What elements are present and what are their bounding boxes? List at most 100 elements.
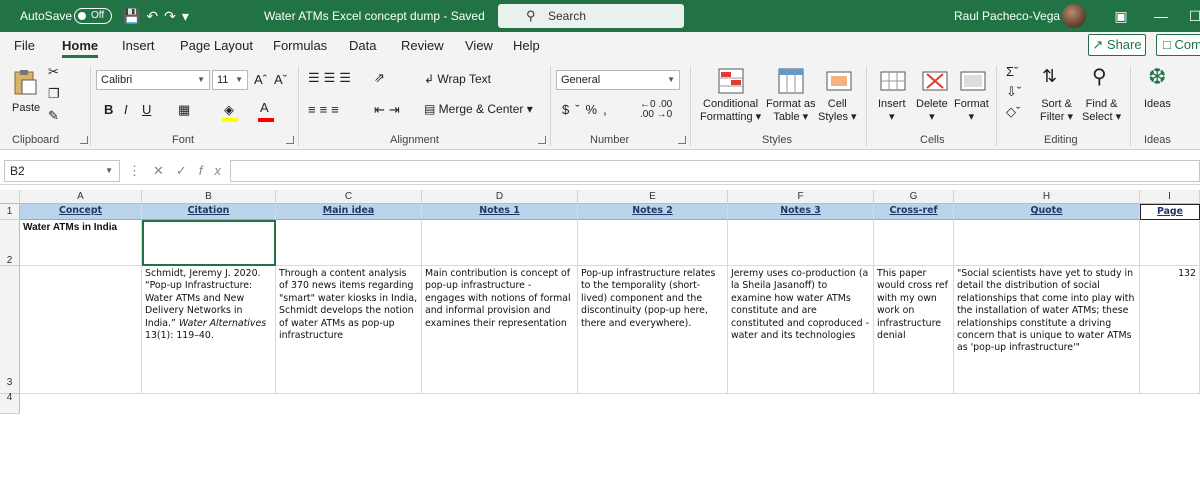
cut-icon[interactable]: ✂ bbox=[48, 64, 59, 80]
underline-button[interactable]: U bbox=[142, 102, 151, 117]
cell-c2[interactable] bbox=[276, 220, 422, 266]
conditional-formatting-button[interactable]: Conditional Formatting ▾ bbox=[700, 98, 761, 124]
cell-i2[interactable] bbox=[1140, 220, 1200, 266]
cancel-icon[interactable]: ✕ bbox=[153, 163, 176, 178]
conditional-formatting-icon[interactable] bbox=[718, 68, 744, 94]
format-as-table-icon[interactable] bbox=[778, 68, 804, 94]
column-header-b[interactable]: B bbox=[142, 190, 276, 204]
row-header-4[interactable]: 4 bbox=[0, 393, 20, 414]
cell-f3[interactable]: Jeremy uses co-production (a la Sheila J… bbox=[728, 266, 874, 394]
formula-input[interactable] bbox=[230, 160, 1200, 182]
document-title[interactable]: Water ATMs Excel concept dump - Saved bbox=[264, 0, 485, 32]
autosave-toggle[interactable]: Off bbox=[74, 8, 112, 24]
tab-file[interactable]: File bbox=[14, 38, 35, 58]
comments-button[interactable]: □ Com bbox=[1156, 34, 1200, 56]
vertical-align-icons[interactable]: ☰☰☰ bbox=[308, 70, 355, 86]
clipboard-launcher[interactable] bbox=[80, 136, 88, 144]
column-header-g[interactable]: G bbox=[874, 190, 954, 204]
number-launcher[interactable] bbox=[678, 136, 686, 144]
row-header-2[interactable]: 2 bbox=[0, 220, 20, 266]
cell-styles-button[interactable]: Cell Styles ▾ bbox=[818, 98, 857, 124]
find-select-button[interactable]: Find & Select ▾ bbox=[1082, 98, 1121, 124]
cell-g3[interactable]: This paper would cross ref with my own w… bbox=[874, 266, 954, 394]
header-cell-main-idea[interactable]: Main idea bbox=[276, 204, 422, 220]
sort-filter-icon[interactable]: ⇅ bbox=[1042, 66, 1057, 87]
search-box[interactable]: ⚲ Search bbox=[498, 4, 684, 28]
cell-a2[interactable]: Water ATMs in India bbox=[20, 220, 142, 266]
tab-insert[interactable]: Insert bbox=[122, 38, 155, 58]
tab-home[interactable]: Home bbox=[62, 38, 99, 58]
header-cell-concept[interactable]: Concept bbox=[20, 204, 142, 220]
font-launcher[interactable] bbox=[286, 136, 294, 144]
header-cell-notes-2[interactable]: Notes 2 bbox=[578, 204, 728, 220]
maximize-icon[interactable]: ☐ bbox=[1180, 0, 1200, 32]
minimize-icon[interactable]: — bbox=[1146, 0, 1176, 32]
format-button[interactable]: Format ▾ bbox=[954, 98, 989, 124]
user-name[interactable]: Raul Pacheco-Vega bbox=[954, 0, 1060, 32]
sort-filter-button[interactable]: Sort & Filter ▾ bbox=[1040, 98, 1073, 124]
header-cell-quote[interactable]: Quote bbox=[954, 204, 1140, 220]
italic-button[interactable]: I bbox=[124, 102, 128, 117]
column-header-f[interactable]: F bbox=[728, 190, 874, 204]
format-cells-icon[interactable] bbox=[960, 68, 986, 94]
header-cell-page[interactable]: Page bbox=[1140, 204, 1200, 220]
column-header-c[interactable]: C bbox=[276, 190, 422, 204]
cell-b3[interactable]: Schmidt, Jeremy J. 2020. “Pop-up Infrast… bbox=[142, 266, 276, 394]
font-color-icon[interactable]: A bbox=[260, 100, 269, 115]
column-header-a[interactable]: A bbox=[20, 190, 142, 204]
avatar[interactable] bbox=[1062, 4, 1086, 28]
cell-h2[interactable] bbox=[954, 220, 1140, 266]
cell-h3[interactable]: "Social scientists have yet to study in … bbox=[954, 266, 1140, 394]
quick-access-toolbar[interactable]: 💾↶↷▾ bbox=[123, 0, 195, 32]
decrease-font-icon[interactable]: Aˇ bbox=[274, 72, 287, 87]
select-all-corner[interactable] bbox=[0, 190, 20, 204]
ribbon-display-icon[interactable]: ▣ bbox=[1106, 0, 1136, 32]
clear-icon[interactable]: ◇ˇ bbox=[1006, 104, 1020, 120]
currency-percent-comma-icons[interactable]: $ˇ%, bbox=[562, 102, 613, 117]
indent-icons[interactable]: ⇤⇥ bbox=[374, 102, 404, 118]
cell-g2[interactable] bbox=[874, 220, 954, 266]
row-header-1[interactable]: 1 bbox=[0, 204, 20, 220]
alignment-launcher[interactable] bbox=[538, 136, 546, 144]
fx-icon[interactable]: fx bbox=[199, 163, 233, 178]
wrap-text-button[interactable]: ↲ Wrap Text bbox=[424, 72, 491, 86]
ideas-icon[interactable]: ❆ bbox=[1148, 64, 1166, 90]
header-cell-notes-3[interactable]: Notes 3 bbox=[728, 204, 874, 220]
tab-review[interactable]: Review bbox=[401, 38, 444, 58]
increase-font-icon[interactable]: Aˆ bbox=[254, 72, 267, 87]
font-name-select[interactable]: Calibri ▼ bbox=[96, 70, 210, 90]
fill-icon[interactable]: ⇩ˇ bbox=[1006, 84, 1021, 100]
insert-button[interactable]: Insert ▾ bbox=[878, 98, 906, 124]
ideas-button-label[interactable]: Ideas bbox=[1144, 98, 1171, 110]
tab-help[interactable]: Help bbox=[513, 38, 540, 58]
tab-view[interactable]: View bbox=[465, 38, 493, 58]
row-header-3[interactable]: 3 bbox=[0, 266, 20, 394]
header-cell-citation[interactable]: Citation bbox=[142, 204, 276, 220]
insert-cells-icon[interactable] bbox=[880, 68, 906, 94]
cell-i3[interactable]: 132 bbox=[1140, 266, 1200, 394]
header-cell-cross-ref[interactable]: Cross-ref bbox=[874, 204, 954, 220]
delete-button[interactable]: Delete ▾ bbox=[916, 98, 948, 124]
column-header-h[interactable]: H bbox=[954, 190, 1140, 204]
cell-e3[interactable]: Pop-up infrastructure relates to the tem… bbox=[578, 266, 728, 394]
cell-d3[interactable]: Main contribution is concept of pop-up i… bbox=[422, 266, 578, 394]
name-box[interactable]: B2 ▼ bbox=[4, 160, 120, 182]
column-header-i[interactable]: I bbox=[1140, 190, 1200, 204]
cell-a3[interactable] bbox=[20, 266, 142, 394]
tab-formulas[interactable]: Formulas bbox=[273, 38, 327, 58]
tab-data[interactable]: Data bbox=[349, 38, 376, 58]
cell-f2[interactable] bbox=[728, 220, 874, 266]
copy-icon[interactable]: ❐ bbox=[48, 86, 60, 102]
cell-c3[interactable]: Through a content analysis of 370 news i… bbox=[276, 266, 422, 394]
cell-styles-icon[interactable] bbox=[826, 68, 852, 94]
header-cell-notes-1[interactable]: Notes 1 bbox=[422, 204, 578, 220]
format-as-table-button[interactable]: Format as Table ▾ bbox=[766, 98, 816, 124]
merge-center-button[interactable]: ▤ Merge & Center ▾ bbox=[424, 102, 533, 116]
cell-e2[interactable] bbox=[578, 220, 728, 266]
fill-color-icon[interactable]: ◈ bbox=[224, 102, 234, 118]
decimal-icons[interactable]: ←0 .00.00 →0 bbox=[640, 100, 672, 120]
find-select-icon[interactable]: ⚲ bbox=[1092, 64, 1107, 89]
column-header-e[interactable]: E bbox=[578, 190, 728, 204]
tab-page-layout[interactable]: Page Layout bbox=[180, 38, 253, 58]
bold-button[interactable]: B bbox=[104, 102, 113, 117]
